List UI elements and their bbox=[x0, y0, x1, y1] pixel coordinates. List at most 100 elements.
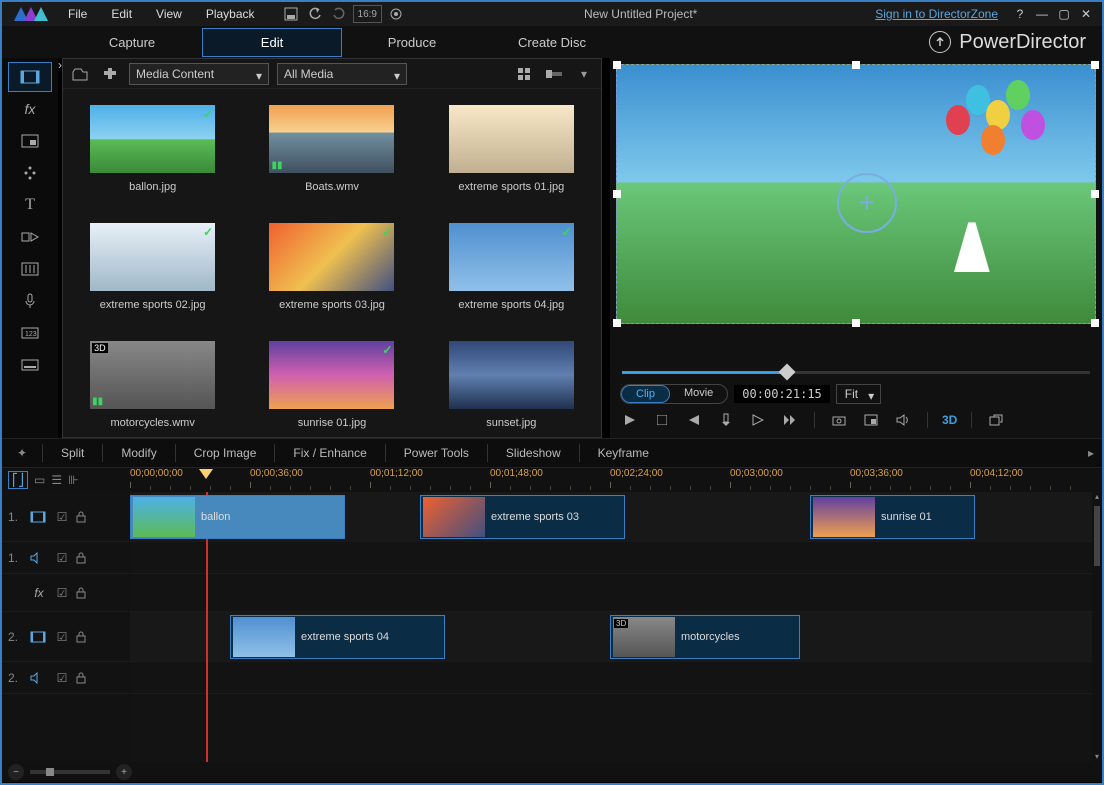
zoom-out-icon[interactable]: − bbox=[8, 764, 24, 780]
minimize-icon[interactable]: — bbox=[1034, 7, 1050, 21]
3d-icon[interactable]: 3D bbox=[942, 410, 957, 430]
title-room-icon[interactable]: T bbox=[8, 190, 52, 220]
next-frame-icon[interactable] bbox=[748, 410, 768, 430]
undo-icon[interactable] bbox=[305, 5, 325, 23]
zoom-slider[interactable] bbox=[30, 770, 110, 774]
media-thumbnail[interactable]: ▮▮Boats.wmv bbox=[252, 105, 411, 193]
audio-track-icon[interactable] bbox=[30, 672, 48, 684]
timeline-clip[interactable]: ballon bbox=[130, 495, 345, 539]
media-thumbnail[interactable]: ✓extreme sports 02.jpg bbox=[73, 223, 232, 311]
seek-bar[interactable] bbox=[622, 371, 1090, 374]
menu-file[interactable]: File bbox=[58, 5, 97, 23]
signin-link[interactable]: Sign in to DirectorZone bbox=[875, 7, 998, 21]
stop-icon[interactable] bbox=[652, 410, 672, 430]
particle-room-icon[interactable] bbox=[8, 158, 52, 188]
maximize-icon[interactable]: ▢ bbox=[1056, 7, 1072, 21]
audio-track-icon[interactable] bbox=[30, 552, 48, 564]
playhead-marker[interactable] bbox=[199, 469, 213, 479]
save-icon[interactable] bbox=[281, 5, 301, 23]
media-thumbnail[interactable]: ✓extreme sports 04.jpg bbox=[432, 223, 591, 311]
zoom-in-icon[interactable]: + bbox=[116, 764, 132, 780]
track-enable-checkbox[interactable]: ☑ bbox=[54, 551, 70, 565]
chapter-room-icon[interactable]: 123 bbox=[8, 318, 52, 348]
media-thumbnail[interactable]: extreme sports 01.jpg bbox=[432, 105, 591, 193]
menu-view[interactable]: View bbox=[146, 5, 192, 23]
undock-icon[interactable] bbox=[986, 410, 1006, 430]
grid-view-icon[interactable] bbox=[513, 63, 535, 85]
library-menu-icon[interactable]: ▾ bbox=[573, 63, 595, 85]
preview-canvas[interactable]: + bbox=[616, 64, 1096, 361]
tab-create-disc[interactable]: Create Disc bbox=[482, 29, 622, 56]
timeline-ruler[interactable]: 00;00;00;0000;00;36;0000;01;12;0000;01;4… bbox=[130, 468, 1102, 492]
menu-playback[interactable]: Playback bbox=[196, 5, 265, 23]
toggle-clip[interactable]: Clip bbox=[621, 385, 670, 403]
aspect-ratio-select[interactable]: 16:9 bbox=[353, 5, 382, 23]
add-media-icon[interactable]: + bbox=[837, 173, 897, 233]
menu-edit[interactable]: Edit bbox=[101, 5, 142, 23]
tl-view-3-icon[interactable]: ☰ bbox=[51, 473, 62, 487]
track-area[interactable]: ballon extreme sports 03 sunrise 01 extreme… bbox=[130, 492, 1102, 762]
tool-power-tools[interactable]: Power Tools bbox=[386, 446, 487, 460]
tl-view-2-icon[interactable]: ▭ bbox=[34, 473, 45, 487]
fx-track-icon[interactable]: fx bbox=[30, 586, 48, 600]
track-enable-checkbox[interactable]: ☑ bbox=[54, 630, 70, 644]
track-lock-icon[interactable] bbox=[76, 511, 92, 523]
voiceover-room-icon[interactable] bbox=[8, 286, 52, 316]
video-track-icon[interactable] bbox=[30, 631, 48, 643]
more-tools-icon[interactable]: ▸ bbox=[1080, 446, 1102, 460]
tool-modify[interactable]: Modify bbox=[103, 446, 174, 460]
media-room-icon[interactable] bbox=[8, 62, 52, 92]
display-options-icon[interactable] bbox=[861, 410, 881, 430]
fx-room-icon[interactable]: fx bbox=[8, 94, 52, 124]
tl-view-1-icon[interactable]: ⎡⎦ bbox=[8, 471, 28, 489]
zoom-fit-select[interactable]: Fit▾ bbox=[836, 384, 881, 404]
tool-fix-enhance[interactable]: Fix / Enhance bbox=[275, 446, 384, 460]
track-enable-checkbox[interactable]: ☑ bbox=[54, 671, 70, 685]
timecode-display[interactable]: 00:00:21:15 bbox=[734, 385, 829, 403]
timeline-clip[interactable]: sunrise 01 bbox=[810, 495, 975, 539]
snapshot-icon[interactable] bbox=[829, 410, 849, 430]
tab-produce[interactable]: Produce bbox=[342, 29, 482, 56]
pip-room-icon[interactable] bbox=[8, 126, 52, 156]
close-icon[interactable]: ✕ bbox=[1078, 7, 1094, 21]
media-thumbnail[interactable]: ✓extreme sports 03.jpg bbox=[252, 223, 411, 311]
tool-slideshow[interactable]: Slideshow bbox=[488, 446, 579, 460]
help-icon[interactable]: ? bbox=[1012, 7, 1028, 21]
import-icon[interactable] bbox=[69, 63, 91, 85]
media-thumbnail[interactable]: sunset.jpg bbox=[432, 341, 591, 429]
track-lock-icon[interactable] bbox=[76, 552, 92, 564]
timeline-vscroll[interactable]: ▴▾ bbox=[1092, 492, 1102, 762]
track-enable-checkbox[interactable]: ☑ bbox=[54, 510, 70, 524]
timeline-clip[interactable]: extreme sports 04 bbox=[230, 615, 445, 659]
tool-split[interactable]: Split bbox=[43, 446, 102, 460]
subtitle-room-icon[interactable] bbox=[8, 350, 52, 380]
redo-icon[interactable] bbox=[329, 5, 349, 23]
tl-view-4-icon[interactable]: ⊪ bbox=[68, 473, 78, 487]
fast-forward-icon[interactable] bbox=[780, 410, 800, 430]
transition-room-icon[interactable] bbox=[8, 222, 52, 252]
audio-mix-room-icon[interactable] bbox=[8, 254, 52, 284]
media-thumbnail[interactable]: 3D▮▮motorcycles.wmv bbox=[73, 341, 232, 429]
upload-icon[interactable] bbox=[929, 31, 951, 53]
magic-wand-icon[interactable]: ✦ bbox=[2, 446, 42, 460]
track-lock-icon[interactable] bbox=[76, 587, 92, 599]
timeline-clip[interactable]: 3Dmotorcycles bbox=[610, 615, 800, 659]
tab-edit[interactable]: Edit bbox=[202, 28, 342, 57]
media-filter-select[interactable]: All Media▾ bbox=[277, 63, 407, 85]
media-thumbnail[interactable]: ✓ballon.jpg bbox=[73, 105, 232, 193]
timeline-clip[interactable]: extreme sports 03 bbox=[420, 495, 625, 539]
volume-icon[interactable] bbox=[893, 410, 913, 430]
thumbnail-size-icon[interactable] bbox=[543, 63, 565, 85]
play-icon[interactable] bbox=[620, 410, 640, 430]
media-category-select[interactable]: Media Content▾ bbox=[129, 63, 269, 85]
track-lock-icon[interactable] bbox=[76, 672, 92, 684]
tool-keyframe[interactable]: Keyframe bbox=[580, 446, 667, 460]
prev-frame-icon[interactable] bbox=[684, 410, 704, 430]
plugin-icon[interactable] bbox=[99, 63, 121, 85]
step-icon[interactable] bbox=[716, 410, 736, 430]
track-lock-icon[interactable] bbox=[76, 631, 92, 643]
video-track-icon[interactable] bbox=[30, 511, 48, 523]
toggle-movie[interactable]: Movie bbox=[670, 385, 727, 403]
media-thumbnail[interactable]: ✓sunrise 01.jpg bbox=[252, 341, 411, 429]
settings-icon[interactable] bbox=[386, 5, 406, 23]
